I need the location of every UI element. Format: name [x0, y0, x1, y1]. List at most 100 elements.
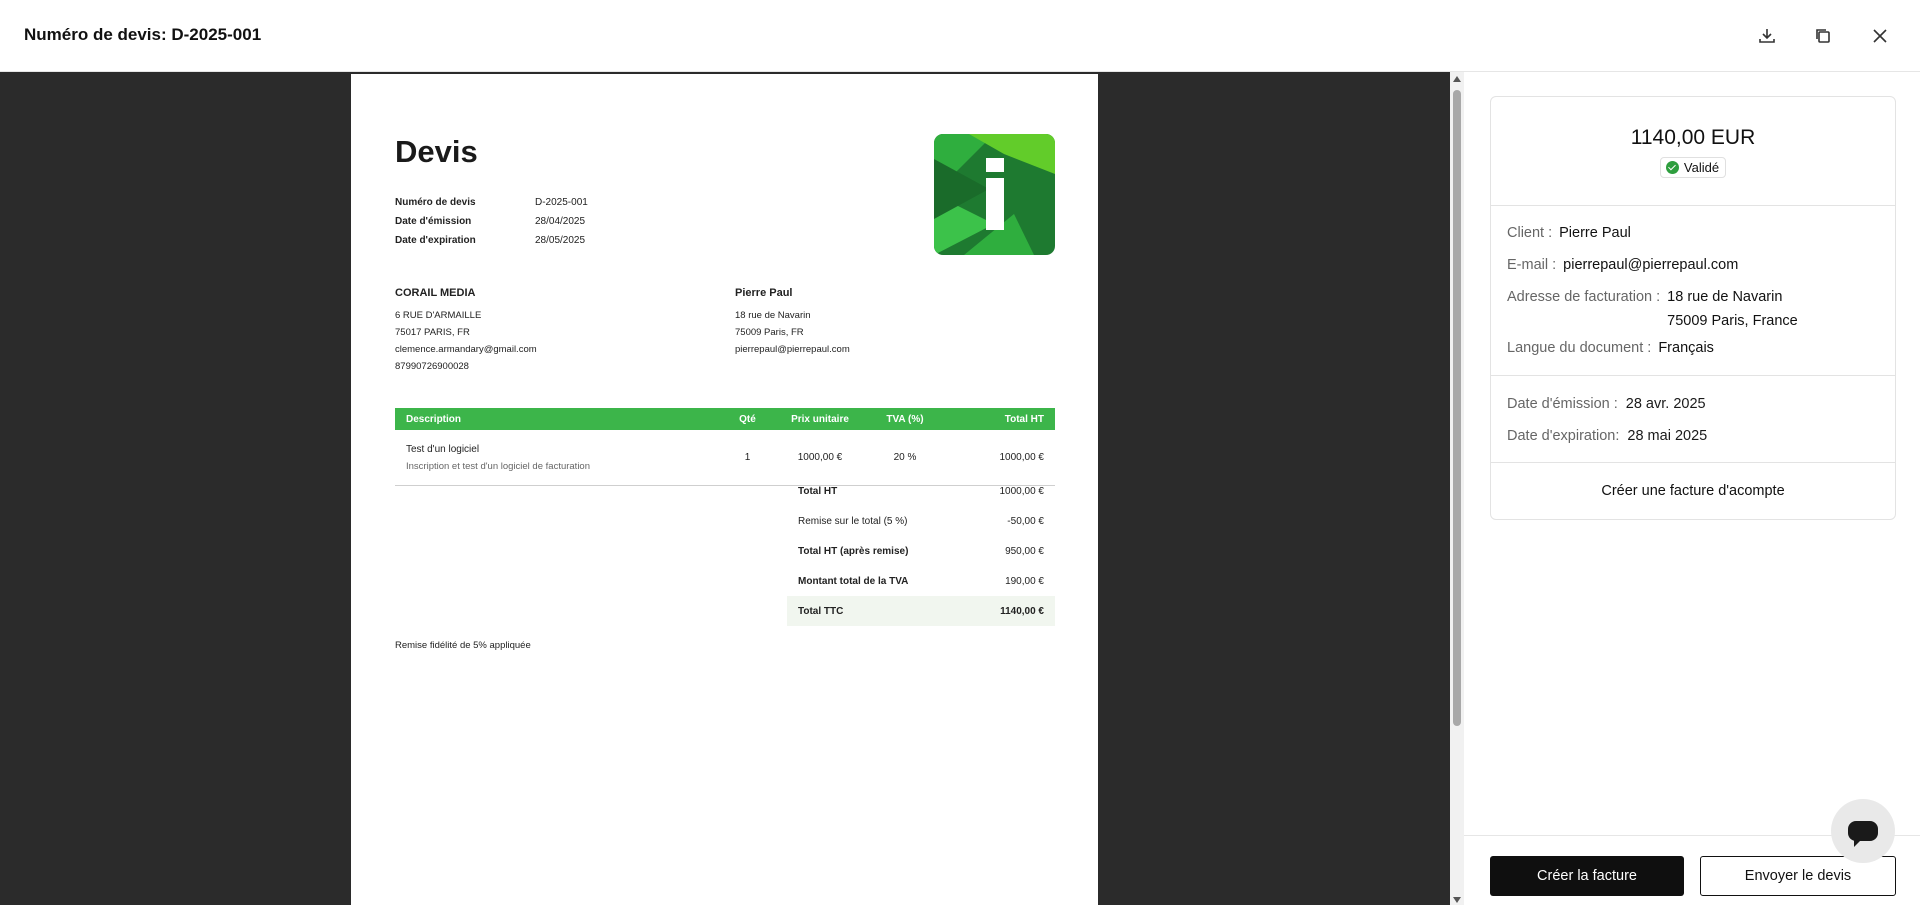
sender-name: CORAIL MEDIA	[395, 287, 476, 299]
recipient-line: 18 rue de Navarin	[735, 310, 811, 321]
info-row: Client : Pierre Paul	[1507, 218, 1879, 250]
sender-line: clemence.armandary@gmail.com	[395, 344, 537, 355]
total-row: Total HT 1000,00 €	[787, 476, 1055, 506]
document-page: Devis Numéro de devis D-2025-001 Date d'…	[351, 74, 1098, 905]
column-header: Prix unitaire	[791, 413, 849, 425]
recipient-line: pierrepaul@pierrepaul.com	[735, 344, 850, 355]
recipient-block: Pierre Paul 18 rue de Navarin 75009 Pari…	[735, 285, 850, 358]
meta-label: Date d'expiration	[395, 235, 476, 246]
summary-panel: 1140,00 EUR Validé Client : Pierre Paul …	[1464, 72, 1920, 905]
item-subtitle: Inscription et test d'un logiciel de fac…	[406, 460, 591, 472]
document-viewer[interactable]: Devis Numéro de devis D-2025-001 Date d'…	[0, 72, 1450, 905]
total-value: 1140,00 €	[1000, 605, 1044, 617]
page-title: Numéro de devis: D-2025-001	[24, 25, 262, 44]
client-info: Client : Pierre Paul E-mail : pierrepaul…	[1491, 206, 1895, 376]
meta-label: Numéro de devis	[395, 197, 476, 208]
company-logo	[934, 134, 1055, 255]
items-table: Description Qté Prix unitaire TVA (%) To…	[395, 408, 1055, 486]
create-deposit-invoice-button[interactable]: Créer une facture d'acompte	[1491, 463, 1895, 519]
amount-section: 1140,00 EUR Validé	[1491, 97, 1895, 206]
viewer-scrollbar[interactable]	[1450, 72, 1464, 905]
sender-line: 87990726900028	[395, 361, 469, 372]
scroll-up-icon[interactable]	[1453, 76, 1461, 82]
table-header: Description Qté Prix unitaire TVA (%) To…	[395, 408, 1055, 430]
info-row: Langue du document : Français	[1507, 333, 1879, 365]
address-label: Adresse de facturation :	[1507, 289, 1661, 305]
scroll-thumb[interactable]	[1453, 90, 1461, 726]
expiry-date-value: 28 mai 2025	[1627, 428, 1708, 444]
address-value: 18 rue de Navarin 75009 Paris, France	[1667, 285, 1798, 333]
item-vat: 20 %	[893, 452, 917, 463]
email-label: E-mail :	[1507, 257, 1557, 273]
column-header: Description	[406, 413, 462, 425]
total-label: Remise sur le total (5 %)	[798, 515, 908, 527]
document-heading: Devis	[395, 134, 478, 169]
item-description: Test d'un logiciel Inscription et test d…	[395, 441, 725, 475]
document-meta: Numéro de devis D-2025-001 Date d'émissi…	[395, 193, 588, 250]
copy-icon	[1816, 29, 1830, 43]
item-title: Test d'un logiciel	[406, 443, 480, 455]
total-value: 1000,00 €	[999, 485, 1045, 497]
info-row: Date d'expiration: 28 mai 2025	[1507, 420, 1879, 452]
client-value: Pierre Paul	[1559, 225, 1631, 241]
address-line: 18 rue de Navarin	[1667, 289, 1783, 305]
download-icon	[1759, 29, 1775, 43]
meta-value: 28/05/2025	[535, 235, 586, 246]
meta-row: Numéro de devis D-2025-001	[395, 193, 588, 212]
recipient-name: Pierre Paul	[735, 287, 793, 299]
meta-value: D-2025-001	[535, 197, 588, 208]
recipient-line: 75009 Paris, FR	[735, 327, 804, 338]
item-unit-price: 1000,00 €	[797, 452, 843, 463]
total-amount: 1140,00 EUR	[1630, 126, 1756, 149]
dates-info: Date d'émission : 28 avr. 2025 Date d'ex…	[1491, 376, 1895, 463]
sender-line: 75017 PARIS, FR	[395, 327, 470, 338]
meta-value: 28/04/2025	[535, 216, 586, 227]
download-button[interactable]	[1752, 21, 1782, 51]
language-value: Français	[1658, 340, 1714, 356]
meta-label: Date d'émission	[395, 216, 472, 227]
total-row: Montant total de la TVA 190,00 €	[787, 566, 1055, 596]
expiry-date-label: Date d'expiration:	[1507, 428, 1620, 444]
sender-block: CORAIL MEDIA 6 RUE D'ARMAILLE 75017 PARI…	[395, 285, 537, 375]
info-row: Adresse de facturation : 18 rue de Navar…	[1507, 282, 1879, 333]
totals-block: Total HT 1000,00 € Remise sur le total (…	[787, 476, 1055, 626]
total-label: Total HT	[798, 485, 838, 497]
total-label: Total HT (après remise)	[798, 545, 909, 557]
total-row: Remise sur le total (5 %) -50,00 €	[787, 506, 1055, 536]
sender-line: 6 RUE D'ARMAILLE	[395, 310, 482, 321]
info-row: E-mail : pierrepaul@pierrepaul.com	[1507, 250, 1879, 282]
total-row: Total HT (après remise) 950,00 €	[787, 536, 1055, 566]
create-invoice-button[interactable]: Créer la facture	[1490, 856, 1684, 896]
column-header: Total HT	[1004, 413, 1044, 425]
meta-row: Date d'émission 28/04/2025	[395, 212, 588, 231]
scroll-down-icon[interactable]	[1453, 897, 1461, 903]
status-badge: Validé	[1659, 157, 1727, 178]
close-icon	[1873, 29, 1887, 43]
document-note: Remise fidélité de 5% appliquée	[395, 640, 531, 651]
info-row: Date d'émission : 28 avr. 2025	[1507, 388, 1879, 420]
address-line: 75009 Paris, France	[1667, 313, 1798, 329]
language-label: Langue du document :	[1507, 340, 1652, 356]
copy-button[interactable]	[1808, 21, 1838, 51]
meta-row: Date d'expiration 28/05/2025	[395, 231, 588, 250]
check-circle-icon	[1665, 161, 1679, 174]
status-label: Validé	[1683, 160, 1720, 175]
issue-date-value: 28 avr. 2025	[1625, 396, 1706, 412]
issue-date-label: Date d'émission :	[1507, 396, 1618, 412]
total-label: Montant total de la TVA	[798, 575, 909, 587]
column-header: TVA (%)	[886, 413, 924, 425]
total-label: Total TTC	[798, 605, 844, 617]
chat-launcher-button[interactable]	[1831, 799, 1895, 863]
total-value: 190,00 €	[1005, 575, 1044, 587]
column-header: Qté	[739, 413, 756, 425]
total-ttc-row: Total TTC 1140,00 €	[787, 596, 1055, 626]
top-bar: Numéro de devis: D-2025-001	[0, 0, 1920, 72]
total-value: 950,00 €	[1005, 545, 1044, 557]
item-qty: 1	[744, 452, 751, 463]
client-label: Client :	[1507, 225, 1553, 241]
item-total: 1000,00 €	[999, 452, 1045, 463]
chat-icon	[1848, 821, 1878, 847]
email-value: pierrepaul@pierrepaul.com	[1563, 257, 1739, 273]
close-button[interactable]	[1865, 21, 1895, 51]
summary-card: 1140,00 EUR Validé Client : Pierre Paul …	[1490, 96, 1896, 520]
